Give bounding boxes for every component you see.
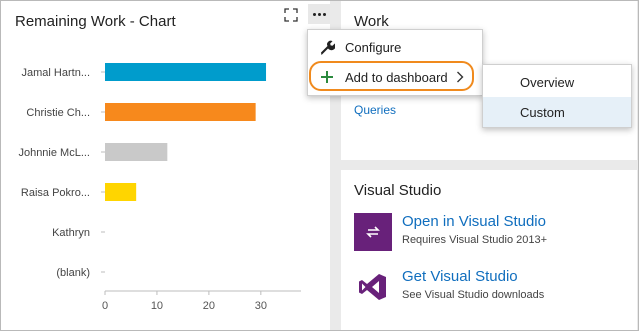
vs-widget-title: Visual Studio: [354, 182, 442, 199]
category-label: Christie Ch...: [26, 107, 90, 119]
remaining-work-chart-widget: Remaining Work - Chart Jamal Hartn... Chr…: [1, 1, 330, 330]
work-widget-title: Work: [354, 13, 389, 30]
submenu-item-custom[interactable]: Custom: [483, 97, 631, 127]
arrows-exchange-icon: [366, 226, 380, 238]
bar: [105, 183, 137, 201]
category-label: (blank): [56, 267, 90, 279]
widget-context-menu: Configure Add to dashboard: [307, 29, 483, 96]
configure-label: Configure: [345, 39, 402, 55]
x-tick-label: 20: [203, 300, 215, 312]
open-in-vs-row: Open in Visual Studio Requires Visual St…: [354, 213, 547, 251]
get-vs-subtext: See Visual Studio downloads: [402, 289, 545, 301]
x-tick-label: 30: [255, 300, 267, 312]
bar: [105, 103, 256, 121]
wrench-icon: [317, 39, 337, 55]
category-label: Johnnie McL...: [18, 147, 90, 159]
bar-chart: Jamal Hartn... Christie Ch... Johnnie McL.…: [18, 63, 301, 312]
visual-studio-widget: Visual Studio Open in Visual Studio Requ…: [341, 170, 637, 330]
chevron-right-icon: [457, 71, 464, 83]
submenu-item-overview[interactable]: Overview: [483, 67, 631, 97]
open-in-vs-subtext: Requires Visual Studio 2013+: [402, 234, 548, 246]
get-vs-link[interactable]: Get Visual Studio: [402, 268, 544, 286]
x-tick-label: 10: [151, 300, 163, 312]
bar: [105, 143, 168, 161]
plus-icon: [317, 70, 337, 84]
queries-link[interactable]: Queries: [354, 103, 396, 117]
x-tick-label: 0: [102, 300, 108, 312]
category-label: Kathryn: [52, 227, 90, 239]
category-label: Jamal Hartn...: [22, 67, 90, 79]
bar: [105, 63, 267, 81]
visual-studio-logo-icon[interactable]: [354, 268, 392, 306]
menu-item-configure[interactable]: Configure: [308, 33, 482, 61]
open-in-vs-link[interactable]: Open in Visual Studio: [402, 213, 547, 231]
get-vs-row: Get Visual Studio See Visual Studio down…: [354, 268, 544, 306]
open-in-vs-icon[interactable]: [354, 213, 392, 251]
category-label: Raisa Pokro...: [21, 187, 90, 199]
menu-item-add-to-dashboard[interactable]: Add to dashboard: [308, 63, 482, 91]
add-to-dashboard-label: Add to dashboard: [345, 69, 448, 85]
add-to-dashboard-submenu: Overview Custom: [482, 64, 632, 128]
